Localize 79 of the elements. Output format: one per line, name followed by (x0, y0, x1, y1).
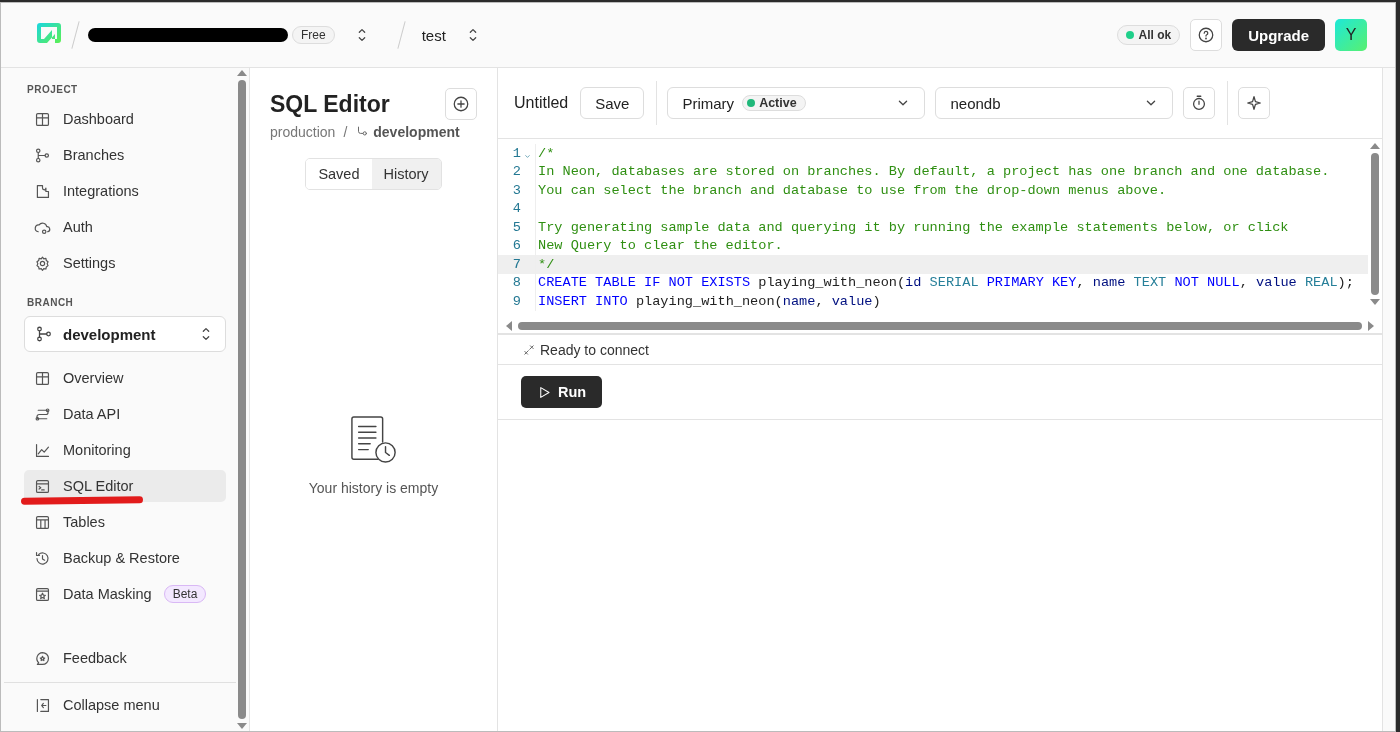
history-icon (34, 549, 51, 567)
nav-item[interactable]: Data Masking Beta (24, 578, 226, 610)
line-number: 5 (512, 219, 521, 235)
panel-title: SQL Editor (270, 90, 390, 118)
status-badge[interactable]: All ok (1117, 25, 1181, 45)
nav-item[interactable]: Auth (24, 211, 226, 243)
database-dropdown[interactable]: neondb (935, 87, 1174, 119)
branches-icon (34, 146, 51, 164)
breadcrumb-link[interactable]: production (270, 124, 336, 140)
line-number: 7 (512, 256, 521, 272)
branch-icon (355, 125, 370, 139)
table-icon (34, 513, 51, 531)
nav-item[interactable]: Overview (24, 362, 226, 394)
line-number: 2 (512, 164, 521, 180)
line-number: 3 (512, 182, 521, 198)
timer-button[interactable] (1183, 87, 1216, 119)
nav-item[interactable]: Integrations (24, 175, 226, 207)
nav-item[interactable]: Backup & Restore (24, 542, 226, 574)
active-badge: Active (742, 95, 806, 111)
project-name[interactable]: test (421, 26, 446, 44)
breadcrumb-current: development (373, 124, 460, 140)
feedback-icon (34, 649, 51, 667)
help-icon (1197, 26, 1216, 44)
nav-item[interactable]: Settings (24, 247, 226, 279)
code-line: Try generating sample data and querying it by running the example statements below, or click (537, 219, 1289, 235)
overview-icon (34, 369, 51, 387)
empty-state-message: Your history is empty (308, 480, 439, 496)
connection-status: Ready to connect (540, 341, 649, 358)
run-button[interactable]: Run (521, 376, 603, 408)
star-box-icon (34, 585, 51, 603)
code-line: /* (537, 145, 555, 161)
play-icon (537, 384, 552, 400)
section-heading: PROJECT (27, 84, 79, 95)
help-button[interactable] (1190, 19, 1223, 51)
collapse-icon (34, 696, 51, 714)
beta-badge: Beta (163, 585, 207, 603)
line-number: 8 (512, 275, 521, 291)
sparkle-icon (1245, 94, 1264, 112)
breadcrumb-separator: / (343, 124, 348, 140)
nav-item[interactable]: Feedback (24, 642, 226, 674)
code-line: In Neon, databases are stored on branches. By default, a project has one branch and one database. (537, 164, 1330, 180)
settings-icon (34, 254, 51, 272)
nav-item[interactable]: SQL Editor (24, 470, 226, 502)
code-line: New Query to clear the editor. (537, 238, 783, 254)
section-heading: BRANCH (27, 297, 75, 308)
user-avatar[interactable]: Y (1335, 19, 1367, 51)
puzzle-icon (34, 182, 51, 200)
line-number: 1 (512, 145, 521, 161)
dashboard-icon (34, 110, 51, 128)
branch-selector[interactable]: development (24, 316, 226, 352)
plan-badge: Free (292, 26, 335, 44)
line-chart-icon (34, 441, 51, 459)
tab[interactable]: History (371, 159, 441, 189)
line-number: 9 (512, 293, 521, 309)
code-line: You can select the branch and database to use from the drop-down menus above. (537, 182, 1167, 198)
code-line: CREATE TABLE IF NOT EXISTS playing_with_neon(id SERIAL PRIMARY KEY, name TEXT NOT NULL, value REAL); (537, 275, 1354, 291)
save-button[interactable]: Save (580, 87, 645, 119)
upgrade-button[interactable]: Upgrade (1232, 19, 1325, 51)
new-query-button[interactable] (445, 88, 477, 120)
nav-item[interactable]: Monitoring (24, 434, 226, 466)
plus-icon (452, 95, 470, 113)
collapse-menu-button[interactable]: Collapse menu (24, 689, 226, 721)
line-number: 4 (512, 201, 521, 217)
branch-dropdown[interactable]: Primary Active (667, 87, 926, 119)
document-clock-icon (348, 416, 399, 464)
nav-item[interactable]: Dashboard (24, 103, 226, 135)
query-name[interactable]: Untitled (514, 94, 569, 112)
plug-icon (522, 342, 536, 357)
code-line: */ (537, 256, 555, 272)
data-api-icon (34, 405, 51, 423)
ai-assist-button[interactable] (1238, 87, 1271, 119)
nav-item[interactable]: Tables (24, 506, 226, 538)
nav-item[interactable]: Data API (24, 398, 226, 430)
nav-item[interactable]: Branches (24, 139, 226, 171)
terminal-icon (34, 477, 51, 495)
line-number: 6 (512, 238, 521, 254)
code-line: INSERT INTO playing_with_neon(name, value) (537, 293, 881, 309)
horizontal-scrollbar[interactable] (498, 319, 1382, 335)
branch-icon (35, 325, 53, 343)
